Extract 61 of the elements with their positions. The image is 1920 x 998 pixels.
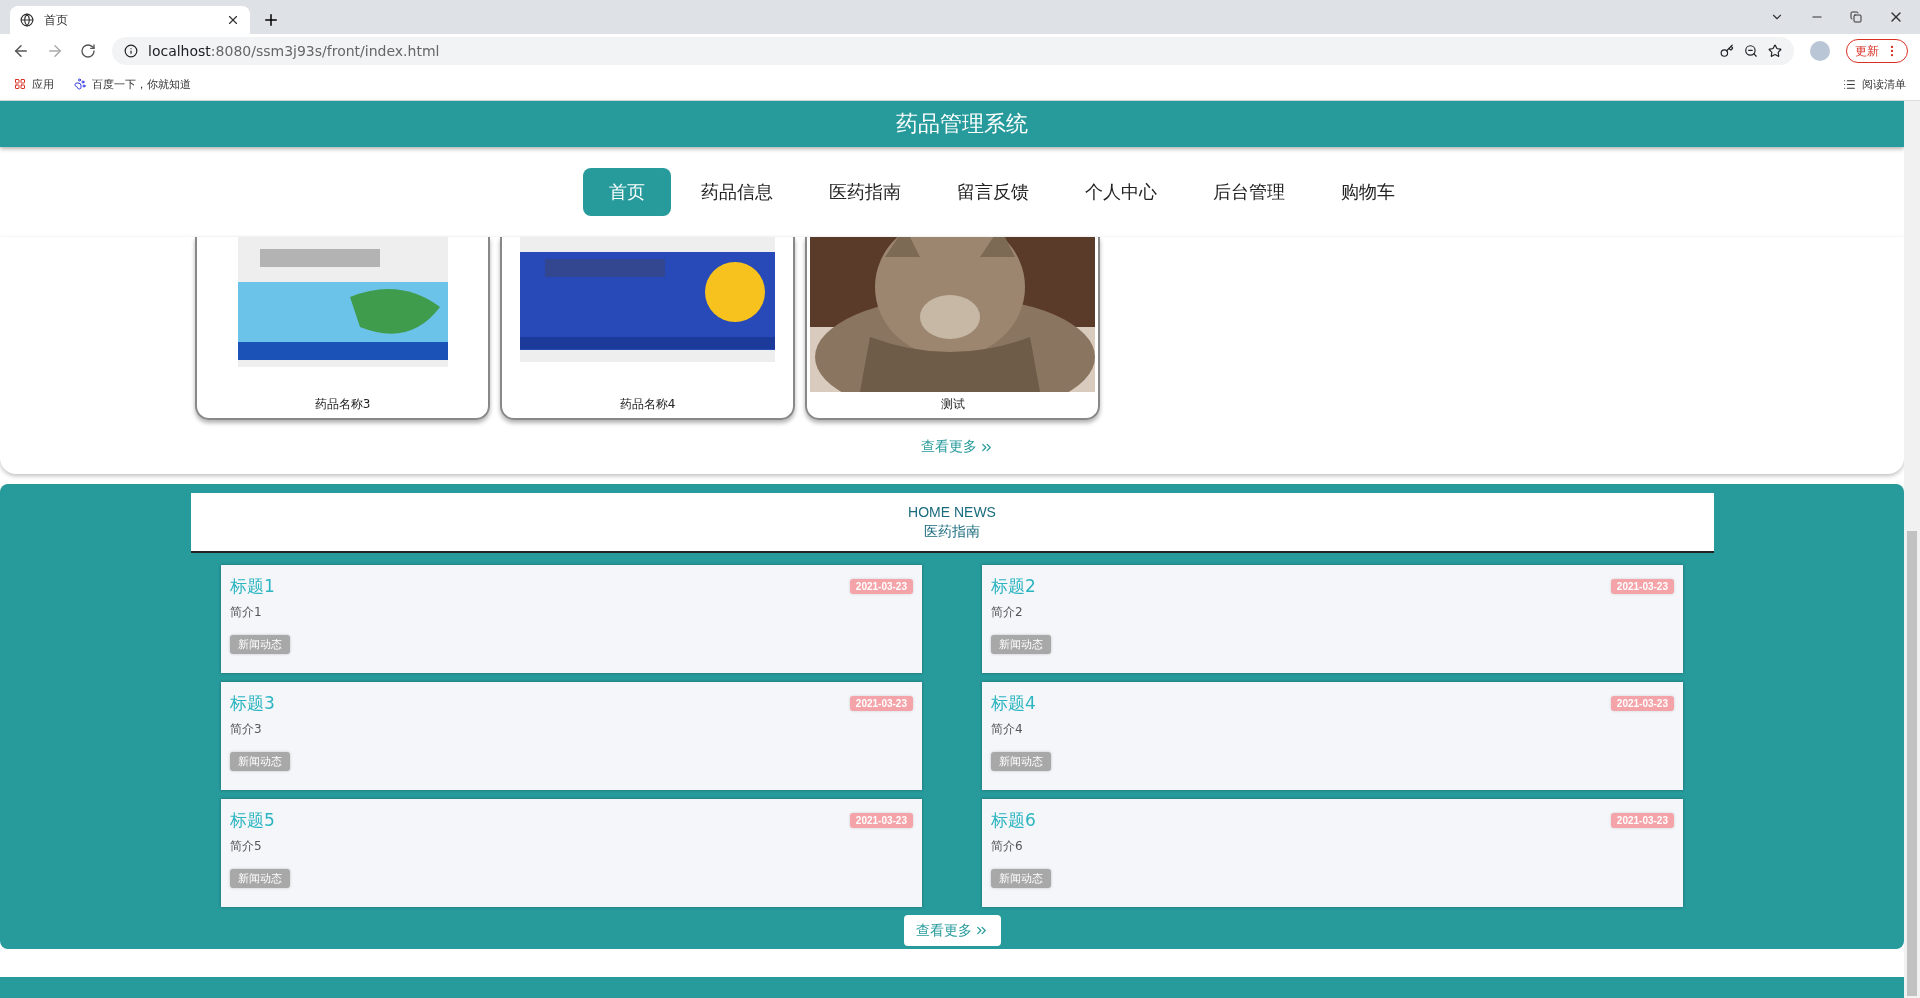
reading-list[interactable]: 阅读清单 bbox=[1843, 76, 1906, 92]
news-summary: 简介4 bbox=[991, 721, 1024, 738]
product-card[interactable]: 药品名称3 bbox=[195, 237, 490, 420]
site-title: 药品管理系统 bbox=[896, 110, 1028, 138]
more-link[interactable]: 查看更多 bbox=[920, 438, 994, 456]
news-card[interactable]: 标题3 2021-03-23 简介3 新闻动态 bbox=[221, 682, 922, 790]
zoom-out-icon[interactable] bbox=[1744, 44, 1758, 58]
news-card[interactable]: 标题6 2021-03-23 简介6 新闻动态 bbox=[982, 799, 1683, 907]
news-summary: 简介5 bbox=[230, 838, 263, 855]
apps-grid-icon bbox=[14, 78, 26, 90]
more-button[interactable]: 查看更多 bbox=[903, 915, 1001, 946]
list-icon bbox=[1843, 77, 1856, 91]
nav-link[interactable]: 药品信息 bbox=[675, 168, 799, 216]
category-tag: 新闻动态 bbox=[230, 752, 290, 771]
nav-link[interactable]: 留言反馈 bbox=[931, 168, 1055, 216]
news-card[interactable]: 标题5 2021-03-23 简介5 新闻动态 bbox=[221, 799, 922, 907]
news-card[interactable]: 标题2 2021-03-23 简介2 新闻动态 bbox=[982, 565, 1683, 673]
info-icon[interactable] bbox=[124, 44, 138, 58]
tab-title: 首页 bbox=[44, 11, 68, 29]
category-tag: 新闻动态 bbox=[991, 869, 1051, 888]
nav-link[interactable]: 购物车 bbox=[1315, 168, 1421, 216]
news-card[interactable]: 标题1 2021-03-23 简介1 新闻动态 bbox=[221, 565, 922, 673]
product-card[interactable]: 药品名称4 bbox=[500, 237, 795, 420]
bookmark[interactable]: 应用 bbox=[14, 76, 54, 92]
key-icon[interactable] bbox=[1720, 44, 1734, 58]
date-badge: 2021-03-23 bbox=[849, 813, 913, 828]
news-summary: 简介1 bbox=[230, 604, 263, 621]
category-tag: 新闻动态 bbox=[991, 635, 1051, 654]
nav-link[interactable]: 医药指南 bbox=[803, 168, 927, 216]
date-badge: 2021-03-23 bbox=[849, 579, 913, 594]
browser-tab[interactable]: 首页 bbox=[10, 6, 250, 34]
section-subtitle: HOME NEWS bbox=[908, 503, 996, 520]
product-name: 药品名称4 bbox=[619, 396, 676, 413]
nav-link[interactable]: 后台管理 bbox=[1187, 168, 1311, 216]
new-tab-icon[interactable] bbox=[262, 11, 280, 29]
category-tag: 新闻动态 bbox=[230, 869, 290, 888]
category-tag: 新闻动态 bbox=[991, 752, 1051, 771]
news-summary: 简介3 bbox=[230, 721, 263, 738]
back-icon[interactable] bbox=[12, 42, 30, 60]
close-icon[interactable] bbox=[226, 13, 240, 27]
news-summary: 简介6 bbox=[991, 838, 1024, 855]
product-name: 测试 bbox=[940, 396, 965, 413]
bookmark[interactable]: 百度一下，你就知道 bbox=[74, 76, 191, 92]
date-badge: 2021-03-23 bbox=[1610, 813, 1674, 828]
reload-icon[interactable] bbox=[80, 43, 96, 59]
update-button[interactable]: 更新 bbox=[1846, 39, 1908, 63]
news-card[interactable]: 标题4 2021-03-23 简介4 新闻动态 bbox=[982, 682, 1683, 790]
news-summary: 简介2 bbox=[991, 604, 1024, 621]
date-badge: 2021-03-23 bbox=[1610, 696, 1674, 711]
address-field[interactable]: localhost:8080/ssm3j93s/front/index.html bbox=[112, 37, 1794, 65]
globe-icon bbox=[20, 13, 34, 27]
star-icon[interactable] bbox=[1768, 44, 1782, 58]
product-card[interactable]: 测试 bbox=[805, 237, 1100, 420]
product-name: 药品名称3 bbox=[314, 396, 371, 413]
date-badge: 2021-03-23 bbox=[849, 696, 913, 711]
category-tag: 新闻动态 bbox=[230, 635, 290, 654]
section-title: 医药指南 bbox=[924, 522, 980, 541]
date-badge: 2021-03-23 bbox=[1610, 579, 1674, 594]
paw-icon bbox=[74, 78, 86, 90]
nav-link[interactable]: 个人中心 bbox=[1059, 168, 1183, 216]
restore-icon[interactable] bbox=[1850, 11, 1862, 23]
